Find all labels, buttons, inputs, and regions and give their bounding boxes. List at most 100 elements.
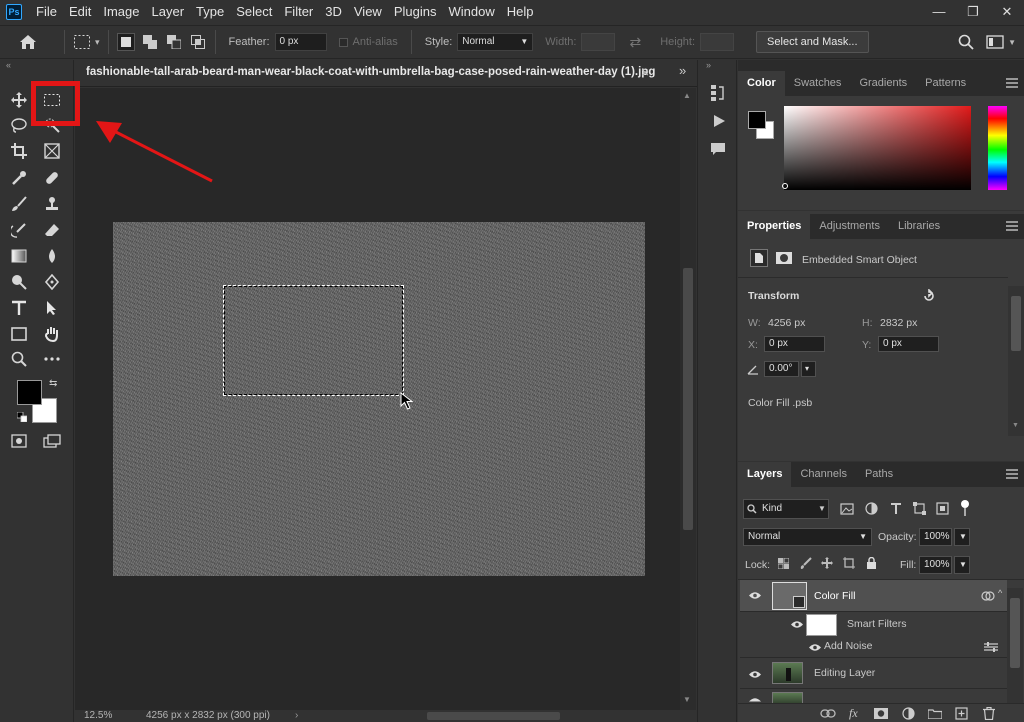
h-value[interactable]: 2832 px	[880, 317, 917, 329]
move-tool-icon[interactable]	[7, 89, 31, 111]
filter-pixel-icon[interactable]	[840, 503, 854, 515]
collapse-caret-icon[interactable]: ^	[998, 588, 1002, 598]
antialias-checkbox[interactable]	[338, 37, 348, 47]
menu-filter[interactable]: Filter	[278, 0, 319, 24]
menu-view[interactable]: View	[348, 0, 388, 24]
layer-name[interactable]: Editing Layer	[814, 667, 875, 679]
filter-adjustment-icon[interactable]	[865, 502, 878, 515]
menu-select[interactable]: Select	[230, 0, 278, 24]
new-group-folder-icon[interactable]	[928, 708, 942, 719]
opacity-input[interactable]: 100%	[919, 528, 952, 546]
menu-plugins[interactable]: Plugins	[388, 0, 443, 24]
image-canvas[interactable]	[113, 222, 645, 576]
expand-panels-icon[interactable]: »	[679, 63, 686, 78]
workspace-icon[interactable]	[986, 35, 1004, 49]
filter-blending-options-icon[interactable]	[984, 642, 998, 652]
delete-layer-trash-icon[interactable]	[983, 707, 995, 720]
layers-scrollbar[interactable]	[1007, 588, 1023, 703]
type-tool-icon[interactable]	[7, 297, 31, 319]
angle-input[interactable]: 0.00°	[764, 361, 799, 377]
filter-name[interactable]: Add Noise	[824, 640, 872, 652]
photoshop-logo[interactable]: Ps	[6, 4, 22, 20]
chevron-right-icon[interactable]: ›	[295, 710, 298, 721]
visibility-eye-icon[interactable]	[808, 643, 822, 652]
brush-tool-icon[interactable]	[7, 193, 31, 215]
actions-play-icon[interactable]	[712, 114, 726, 128]
lock-pixels-brush-icon[interactable]	[800, 557, 812, 569]
lock-all-icon[interactable]	[866, 557, 877, 569]
scroll-down-icon[interactable]: ▼	[1012, 422, 1019, 429]
tab-color[interactable]: Color	[738, 71, 785, 96]
menu-3d[interactable]: 3D	[319, 0, 348, 24]
visibility-eye-icon[interactable]	[748, 591, 762, 600]
angle-dropdown[interactable]: ▾	[801, 361, 816, 377]
foreground-color-swatch[interactable]	[748, 111, 766, 129]
blend-mode-select[interactable]: Normal ▼	[743, 528, 872, 546]
lock-transparent-icon[interactable]	[778, 558, 789, 569]
horizontal-scroll-thumb[interactable]	[427, 712, 560, 720]
tab-paths[interactable]: Paths	[856, 462, 902, 487]
tab-libraries[interactable]: Libraries	[889, 214, 949, 239]
subtract-from-selection-icon[interactable]	[165, 33, 183, 51]
foreground-color-swatch[interactable]	[17, 380, 42, 405]
gradient-tool-icon[interactable]	[7, 245, 31, 267]
panel-menu-icon[interactable]	[1006, 221, 1018, 231]
lasso-tool-icon[interactable]	[7, 114, 31, 136]
collapse-arrows-icon[interactable]: «	[6, 60, 11, 70]
w-value[interactable]: 4256 px	[768, 317, 805, 329]
feather-input[interactable]: 0 px	[274, 33, 327, 51]
home-icon[interactable]	[0, 34, 56, 50]
swap-arrows-icon[interactable]: ⇄	[629, 34, 641, 51]
scroll-thumb[interactable]	[1010, 598, 1020, 668]
marquee-selection[interactable]	[223, 285, 404, 396]
layer-row-background[interactable]	[740, 689, 1007, 703]
new-layer-icon[interactable]	[955, 707, 968, 720]
style-select[interactable]: Normal ▼	[457, 33, 534, 51]
menu-file[interactable]: File	[30, 0, 63, 24]
link-layers-icon[interactable]	[820, 709, 836, 718]
reset-transform-icon[interactable]	[922, 289, 936, 303]
smart-filters-row[interactable]: Smart Filters	[740, 612, 1007, 636]
panel-menu-icon[interactable]	[1006, 469, 1018, 479]
fill-dropdown[interactable]: ▼	[954, 556, 970, 574]
add-mask-icon[interactable]	[874, 708, 888, 719]
dodge-tool-icon[interactable]	[7, 271, 31, 293]
frame-tool-icon[interactable]	[40, 140, 64, 162]
lock-artboard-icon[interactable]	[843, 557, 855, 569]
layer-name[interactable]: Color Fill	[814, 590, 855, 602]
menu-image[interactable]: Image	[97, 0, 145, 24]
x-input[interactable]: 0 px	[764, 336, 825, 352]
document-tab-title[interactable]: fashionable-tall-arab-beard-man-wear-bla…	[86, 66, 655, 78]
height-input[interactable]	[700, 33, 735, 51]
screen-mode-icon[interactable]	[40, 430, 64, 452]
new-selection-icon[interactable]	[116, 33, 135, 51]
lock-position-move-icon[interactable]	[821, 557, 833, 569]
rectangle-tool-icon[interactable]	[7, 323, 31, 345]
panel-menu-icon[interactable]	[1006, 78, 1018, 88]
blur-tool-icon[interactable]	[40, 245, 64, 267]
zoom-tool-icon[interactable]	[7, 348, 31, 370]
filter-row-add-noise[interactable]: Add Noise	[740, 636, 1007, 658]
swap-colors-icon[interactable]: ⇆	[49, 378, 57, 389]
menu-layer[interactable]: Layer	[146, 0, 191, 24]
path-selection-tool-icon[interactable]	[40, 297, 64, 319]
mask-icon[interactable]	[776, 252, 792, 264]
close-tab-icon[interactable]: ×	[641, 64, 649, 80]
comments-icon[interactable]	[710, 142, 726, 156]
tab-gradients[interactable]: Gradients	[850, 71, 916, 96]
restore-button[interactable]: ❐	[956, 4, 990, 20]
scroll-thumb[interactable]	[683, 268, 693, 530]
new-adjustment-layer-icon[interactable]	[902, 707, 915, 720]
minimize-button[interactable]: —	[922, 4, 956, 20]
layer-row-editing-layer[interactable]: Editing Layer	[740, 659, 1007, 689]
tab-patterns[interactable]: Patterns	[916, 71, 975, 96]
intersect-selection-icon[interactable]	[189, 33, 207, 51]
tab-swatches[interactable]: Swatches	[785, 71, 851, 96]
add-to-selection-icon[interactable]	[141, 33, 159, 51]
scroll-thumb[interactable]	[1011, 296, 1021, 351]
filter-smart-object-icon[interactable]	[936, 502, 949, 515]
crop-tool-icon[interactable]	[7, 140, 31, 162]
search-icon[interactable]	[958, 34, 974, 50]
menu-help[interactable]: Help	[501, 0, 540, 24]
select-and-mask-button[interactable]: Select and Mask...	[756, 31, 869, 53]
